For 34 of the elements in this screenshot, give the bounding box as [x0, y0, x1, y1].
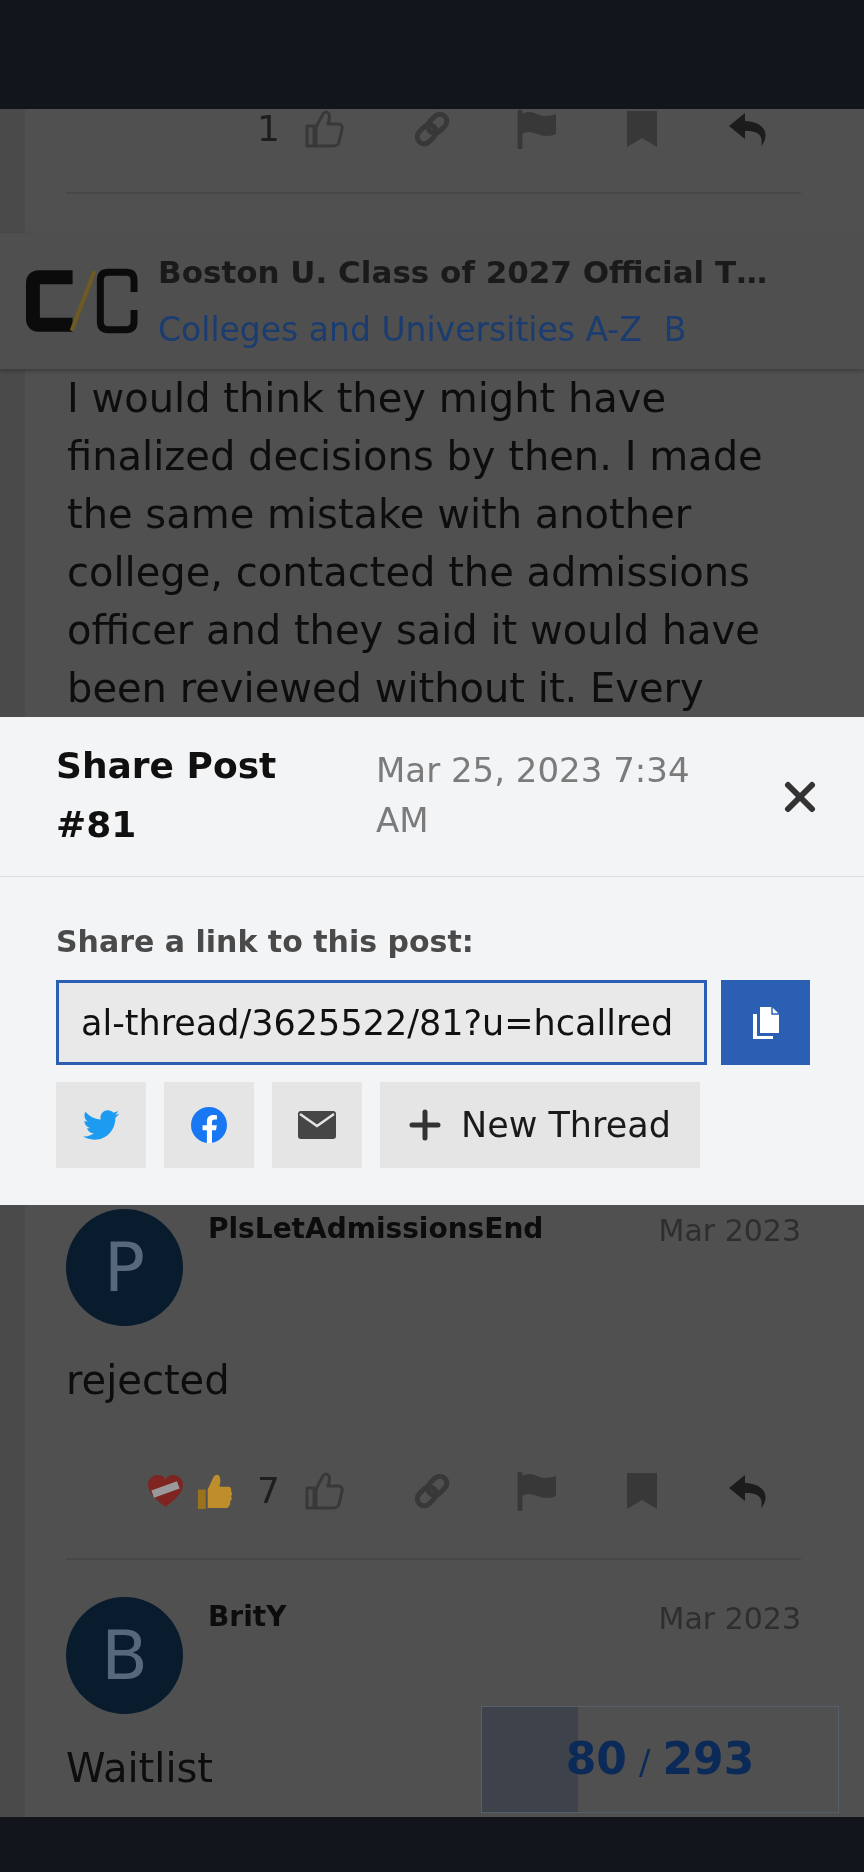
- thumbs-up-icon[interactable]: [304, 1472, 344, 1510]
- bookmark-icon[interactable]: [626, 110, 658, 148]
- share-label: Share a link to this post:: [56, 924, 474, 960]
- copy-button[interactable]: [721, 980, 810, 1065]
- author-name[interactable]: PlsLetAdmissionsEnd: [208, 1212, 544, 1246]
- post-text: rejected: [66, 1356, 230, 1405]
- progress-track[interactable]: 80 / 293: [481, 1706, 839, 1813]
- share-twitter-button[interactable]: [56, 1082, 146, 1168]
- avatar[interactable]: B: [66, 1597, 183, 1714]
- post-text: I would think they might have finalized decisions by then. I made the same mistake with another college, contacted the admissions officer and they said it would have been reviewed without it. Every: [67, 374, 764, 713]
- copy-icon: [750, 1005, 781, 1040]
- close-icon[interactable]: [783, 780, 817, 814]
- bookmark-icon[interactable]: [626, 1472, 658, 1510]
- share-facebook-button[interactable]: [164, 1082, 254, 1168]
- number-separator: /: [638, 1741, 651, 1784]
- envelope-icon: [298, 1111, 336, 1139]
- flag-icon[interactable]: [516, 109, 558, 149]
- plus-icon: [409, 1109, 441, 1141]
- post-text: Waitlist: [66, 1744, 214, 1793]
- post-timestamp: Mar 25, 2023 7:34 AM: [376, 749, 691, 842]
- new-thread-button[interactable]: New Thread: [380, 1082, 700, 1168]
- thumbs-up-icon[interactable]: [304, 110, 344, 148]
- link-field[interactable]: al-thread/3625522/81?u=hcallred: [56, 980, 707, 1065]
- flag-icon[interactable]: [516, 1471, 558, 1511]
- f-logo-icon: [191, 1107, 227, 1143]
- dialog-title: Share Post #81: [56, 744, 278, 847]
- logo-icon[interactable]: [25, 268, 138, 334]
- share-email-button[interactable]: [272, 1082, 362, 1168]
- total-posts-number: 293: [662, 1733, 755, 1785]
- bird-icon: [83, 1110, 119, 1140]
- current-post-number: 80: [565, 1733, 627, 1785]
- avatar[interactable]: P: [66, 1209, 183, 1326]
- author-name[interactable]: BritY: [208, 1600, 287, 1634]
- mending-heart-icon: [147, 1473, 185, 1509]
